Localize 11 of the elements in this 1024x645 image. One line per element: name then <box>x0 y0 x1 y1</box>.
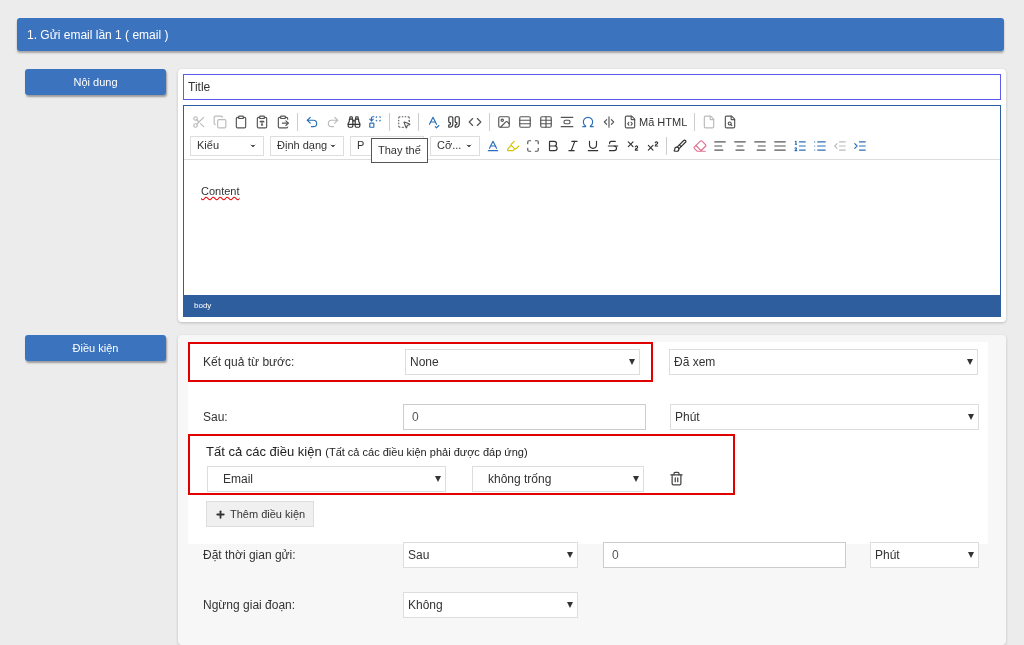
condition-group-title: Tất cả các điều kiện (Tất cả các điều kiện phải được đáp ứng) <box>206 443 529 461</box>
section-label: Nội dung <box>25 69 166 95</box>
field-label: Kết quả từ bước: <box>203 354 296 371</box>
section-header: 1. Gửi email lần 1 ( email ) <box>17 18 1004 51</box>
field-label: Sau: <box>203 409 229 426</box>
field-label: Đặt thời gian gửi: <box>203 547 297 564</box>
tooltip: Thay thế <box>371 138 428 163</box>
editor-content: Content <box>201 185 240 197</box>
field-label: Ngừng giai đoạn: <box>203 597 297 614</box>
section-label: Điều kiện <box>25 335 166 361</box>
status-bar: body <box>184 295 1000 316</box>
